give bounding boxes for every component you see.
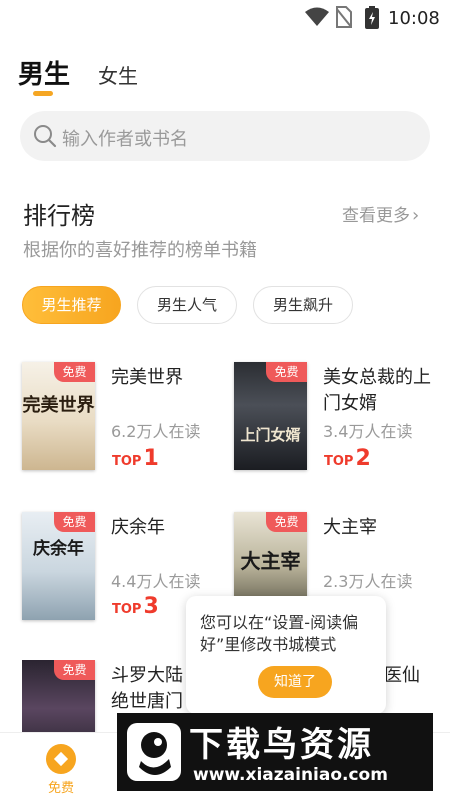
book-readers: 6.2万人在读 [111, 422, 201, 441]
book-title: 完美世界 [111, 367, 183, 388]
cover-title: 上门女婿 [240, 426, 301, 444]
nav-item-free[interactable]: 免费 [16, 733, 106, 800]
book-title: 大主宰 [323, 517, 377, 538]
book-cover: 上门女婿 免费 [234, 362, 307, 470]
wifi-icon [305, 7, 329, 26]
battery-charging-icon [365, 6, 379, 29]
book-cover: 免费 [22, 660, 95, 732]
search-icon [34, 125, 57, 148]
tab-active-indicator [33, 91, 53, 96]
tab-male[interactable]: 男生 [18, 54, 70, 91]
watermark-title: 下载鸟资源 [189, 725, 374, 765]
rank-prefix: TOP [112, 454, 142, 469]
free-badge: 免费 [54, 512, 95, 532]
rank-prefix: TOP [112, 602, 142, 617]
book-title: 斗罗大陆绝世唐门 [111, 665, 183, 712]
status-time: 10:08 [388, 8, 440, 29]
book-rank: TOP2 [324, 446, 371, 471]
rank-number: 3 [143, 594, 159, 619]
cover-title: 完美世界 [22, 395, 95, 416]
rank-number: 1 [143, 446, 159, 471]
book-readers: 2.3万人在读 [323, 572, 413, 591]
book-cover: 庆余年 免费 [22, 512, 95, 620]
cover-title: 大主宰 [240, 549, 301, 573]
book-cover: 完美世界 免费 [22, 362, 95, 470]
book-title: 庆余年 [111, 517, 165, 538]
rank-prefix: TOP [324, 454, 354, 469]
tab-female[interactable]: 女生 [98, 60, 138, 89]
book-item[interactable]: 上门女婿 免费 美女总裁的上门女婿 3.4万人在读 TOP2 [234, 362, 444, 482]
got-it-button[interactable]: 知道了 [258, 666, 332, 698]
mode-tip-popup: 您可以在“设置-阅读偏好”里修改书城模式 知道了 [186, 596, 386, 714]
search-input[interactable]: 输入作者或书名 [20, 111, 430, 161]
free-badge: 免费 [266, 512, 307, 532]
watermark-url: www.xiazainiao.com [193, 765, 388, 785]
chip-male-recommend[interactable]: 男生推荐 [22, 286, 121, 324]
view-more-label: 查看更多 [342, 206, 410, 226]
rank-number: 2 [355, 446, 371, 471]
book-title: 医仙 [384, 665, 420, 686]
free-badge: 免费 [54, 362, 95, 382]
no-sim-icon [336, 6, 352, 28]
book-item[interactable]: 完美世界 免费 完美世界 6.2万人在读 TOP1 [22, 362, 232, 482]
search-placeholder: 输入作者或书名 [62, 129, 188, 150]
status-bar: 10:08 [0, 0, 450, 36]
tip-text: 您可以在“设置-阅读偏好”里修改书城模式 [200, 613, 359, 654]
chip-male-popular[interactable]: 男生人气 [137, 286, 237, 324]
book-readers: 4.4万人在读 [111, 572, 201, 591]
view-more-link[interactable]: 查看更多 › [342, 201, 419, 226]
free-badge: 免费 [266, 362, 307, 382]
ranking-title: 排行榜 [23, 202, 95, 230]
cover-title: 庆余年 [33, 539, 84, 559]
book-title: 美女总裁的上门女婿 [323, 367, 431, 414]
bird-logo-icon [127, 723, 181, 781]
book-rank: TOP1 [112, 446, 159, 471]
chevron-right-icon: › [412, 205, 420, 226]
nav-label-free: 免费 [47, 781, 74, 796]
book-rank: TOP3 [112, 594, 159, 619]
free-badge: 免费 [54, 660, 95, 680]
ranking-subtitle: 根据你的喜好推荐的榜单书籍 [23, 240, 257, 261]
watermark-banner: 下载鸟资源 www.xiazainiao.com [117, 713, 433, 791]
book-readers: 3.4万人在读 [323, 422, 413, 441]
chip-male-rising[interactable]: 男生飙升 [253, 286, 353, 324]
free-tab-icon [46, 744, 76, 774]
